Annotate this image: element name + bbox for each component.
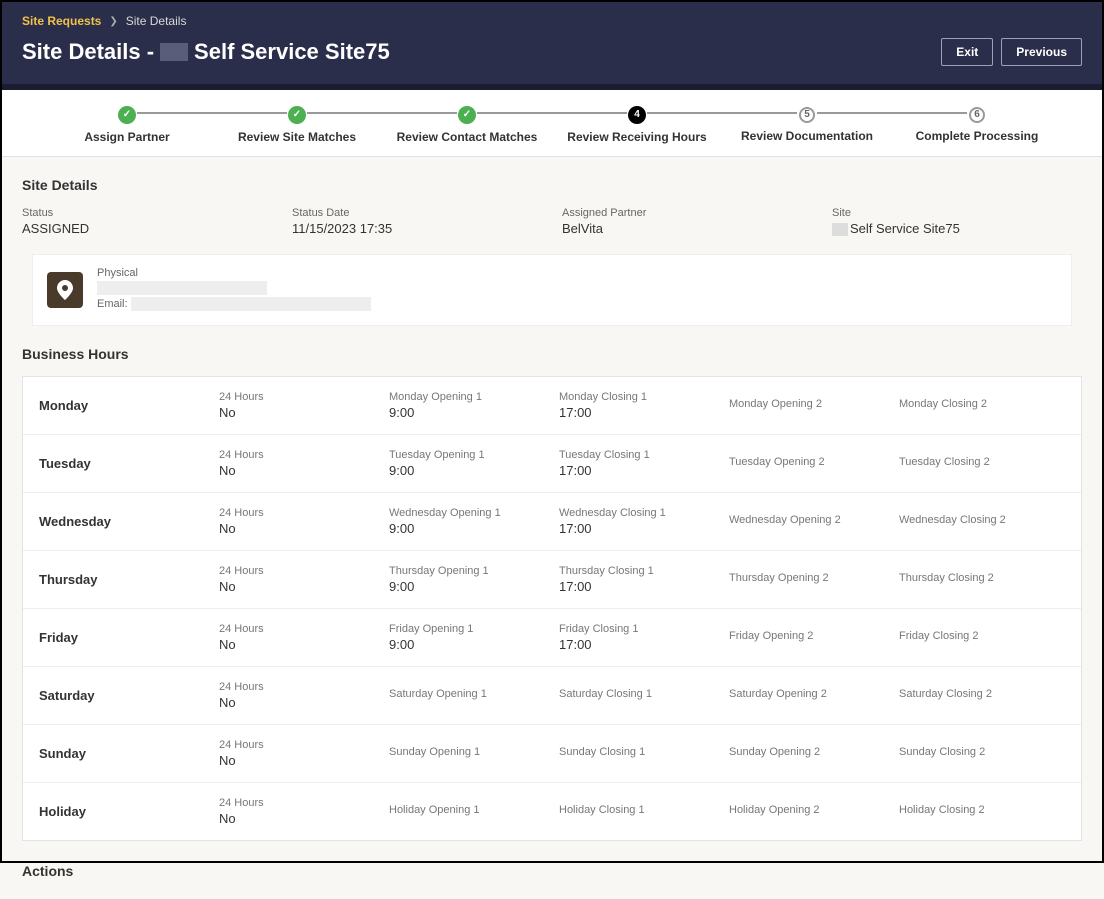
cell-opening-1: Holiday Opening 1	[389, 804, 559, 818]
step-review-contact-matches[interactable]: ✓ Review Contact Matches	[382, 104, 552, 144]
check-icon: ✓	[458, 106, 476, 124]
step-assign-partner[interactable]: ✓ Assign Partner	[42, 104, 212, 144]
contact-card: Physical Email:	[32, 254, 1072, 326]
actions-heading: Actions	[22, 863, 1082, 879]
day-name: Holiday	[39, 804, 219, 819]
hours-row: Saturday24 HoursNoSaturday Opening 1Satu…	[23, 667, 1081, 725]
site-field: Site Self Service Site75	[832, 207, 1082, 236]
page-title: Site Details - Self Service Site75	[22, 39, 390, 65]
day-name: Thursday	[39, 572, 219, 587]
redacted-title-segment	[160, 43, 188, 61]
pending-step-icon: 5	[799, 107, 815, 123]
step-review-documentation[interactable]: 5 Review Documentation	[722, 104, 892, 143]
email-label: Email:	[97, 297, 128, 309]
cell-closing-1: Sunday Closing 1	[559, 746, 729, 760]
cell-closing-2: Monday Closing 2	[899, 398, 1065, 412]
cell-24hours: 24 HoursNo	[219, 681, 389, 710]
site-details-heading: Site Details	[22, 177, 1082, 193]
cell-closing-2: Holiday Closing 2	[899, 804, 1065, 818]
day-name: Wednesday	[39, 514, 219, 529]
cell-closing-1: Tuesday Closing 117:00	[559, 449, 729, 478]
map-pin-icon	[47, 272, 83, 308]
breadcrumb-root[interactable]: Site Requests	[22, 14, 101, 28]
day-name: Monday	[39, 398, 219, 413]
cell-opening-2: Wednesday Opening 2	[729, 514, 899, 528]
title-suffix: Self Service Site75	[194, 39, 390, 65]
check-icon: ✓	[118, 106, 136, 124]
breadcrumb: Site Requests ❯ Site Details	[22, 14, 1082, 28]
assigned-partner-field: Assigned Partner BelVita	[562, 207, 812, 236]
cell-opening-1: Saturday Opening 1	[389, 688, 559, 702]
previous-button[interactable]: Previous	[1001, 38, 1082, 66]
day-name: Friday	[39, 630, 219, 645]
cell-closing-2: Wednesday Closing 2	[899, 514, 1065, 528]
cell-closing-2: Thursday Closing 2	[899, 572, 1065, 586]
cell-opening-2: Tuesday Opening 2	[729, 456, 899, 470]
day-name: Tuesday	[39, 456, 219, 471]
cell-24hours: 24 HoursNo	[219, 797, 389, 826]
current-step-icon: 4	[628, 106, 646, 124]
cell-24hours: 24 HoursNo	[219, 739, 389, 768]
day-name: Saturday	[39, 688, 219, 703]
cell-closing-2: Sunday Closing 2	[899, 746, 1065, 760]
hours-row: Wednesday24 HoursNoWednesday Opening 19:…	[23, 493, 1081, 551]
cell-opening-1: Tuesday Opening 19:00	[389, 449, 559, 478]
redacted-physical-value	[97, 281, 267, 295]
status-date-field: Status Date 11/15/2023 17:35	[292, 207, 542, 236]
cell-opening-1: Monday Opening 19:00	[389, 391, 559, 420]
step-complete-processing[interactable]: 6 Complete Processing	[892, 104, 1062, 143]
hours-row: Friday24 HoursNoFriday Opening 19:00Frid…	[23, 609, 1081, 667]
cell-opening-2: Monday Opening 2	[729, 398, 899, 412]
hours-row: Monday24 HoursNoMonday Opening 19:00Mond…	[23, 377, 1081, 435]
cell-24hours: 24 HoursNo	[219, 565, 389, 594]
hours-row: Thursday24 HoursNoThursday Opening 19:00…	[23, 551, 1081, 609]
cell-opening-2: Holiday Opening 2	[729, 804, 899, 818]
exit-button[interactable]: Exit	[941, 38, 993, 66]
cell-24hours: 24 HoursNo	[219, 449, 389, 478]
header-actions: Exit Previous	[941, 38, 1082, 66]
cell-closing-1: Thursday Closing 117:00	[559, 565, 729, 594]
cell-opening-1: Sunday Opening 1	[389, 746, 559, 760]
cell-opening-2: Saturday Opening 2	[729, 688, 899, 702]
cell-closing-2: Friday Closing 2	[899, 630, 1065, 644]
step-review-site-matches[interactable]: ✓ Review Site Matches	[212, 104, 382, 144]
redacted-site-prefix	[832, 223, 848, 236]
check-icon: ✓	[288, 106, 306, 124]
cell-closing-1: Friday Closing 117:00	[559, 623, 729, 652]
cell-closing-1: Wednesday Closing 117:00	[559, 507, 729, 536]
step-review-receiving-hours[interactable]: 4 Review Receiving Hours	[552, 104, 722, 144]
pending-step-icon: 6	[969, 107, 985, 123]
cell-closing-2: Saturday Closing 2	[899, 688, 1065, 702]
cell-opening-2: Friday Opening 2	[729, 630, 899, 644]
cell-opening-1: Wednesday Opening 19:00	[389, 507, 559, 536]
hours-row: Sunday24 HoursNoSunday Opening 1Sunday C…	[23, 725, 1081, 783]
page-header: Site Requests ❯ Site Details Site Detail…	[2, 2, 1102, 90]
business-hours-heading: Business Hours	[22, 346, 1082, 362]
cell-opening-2: Sunday Opening 2	[729, 746, 899, 760]
title-prefix: Site Details -	[22, 39, 154, 65]
cell-24hours: 24 HoursNo	[219, 623, 389, 652]
progress-wizard: ✓ Assign Partner ✓ Review Site Matches ✓…	[2, 90, 1102, 157]
cell-closing-2: Tuesday Closing 2	[899, 456, 1065, 470]
cell-closing-1: Monday Closing 117:00	[559, 391, 729, 420]
day-name: Sunday	[39, 746, 219, 761]
cell-closing-1: Holiday Closing 1	[559, 804, 729, 818]
cell-24hours: 24 HoursNo	[219, 507, 389, 536]
hours-row: Tuesday24 HoursNoTuesday Opening 19:00Tu…	[23, 435, 1081, 493]
cell-opening-2: Thursday Opening 2	[729, 572, 899, 586]
business-hours-table: Monday24 HoursNoMonday Opening 19:00Mond…	[22, 376, 1082, 841]
cell-opening-1: Thursday Opening 19:00	[389, 565, 559, 594]
hours-row: Holiday24 HoursNoHoliday Opening 1Holida…	[23, 783, 1081, 840]
contact-info: Physical Email:	[97, 267, 371, 313]
site-details-grid: Status ASSIGNED Status Date 11/15/2023 1…	[22, 207, 1082, 236]
chevron-right-icon: ❯	[109, 16, 117, 27]
breadcrumb-current: Site Details	[126, 14, 187, 28]
status-field: Status ASSIGNED	[22, 207, 272, 236]
cell-opening-1: Friday Opening 19:00	[389, 623, 559, 652]
cell-closing-1: Saturday Closing 1	[559, 688, 729, 702]
physical-label: Physical	[97, 267, 138, 279]
content-area: Site Details Status ASSIGNED Status Date…	[2, 157, 1102, 899]
cell-24hours: 24 HoursNo	[219, 391, 389, 420]
redacted-email-value	[131, 297, 371, 311]
